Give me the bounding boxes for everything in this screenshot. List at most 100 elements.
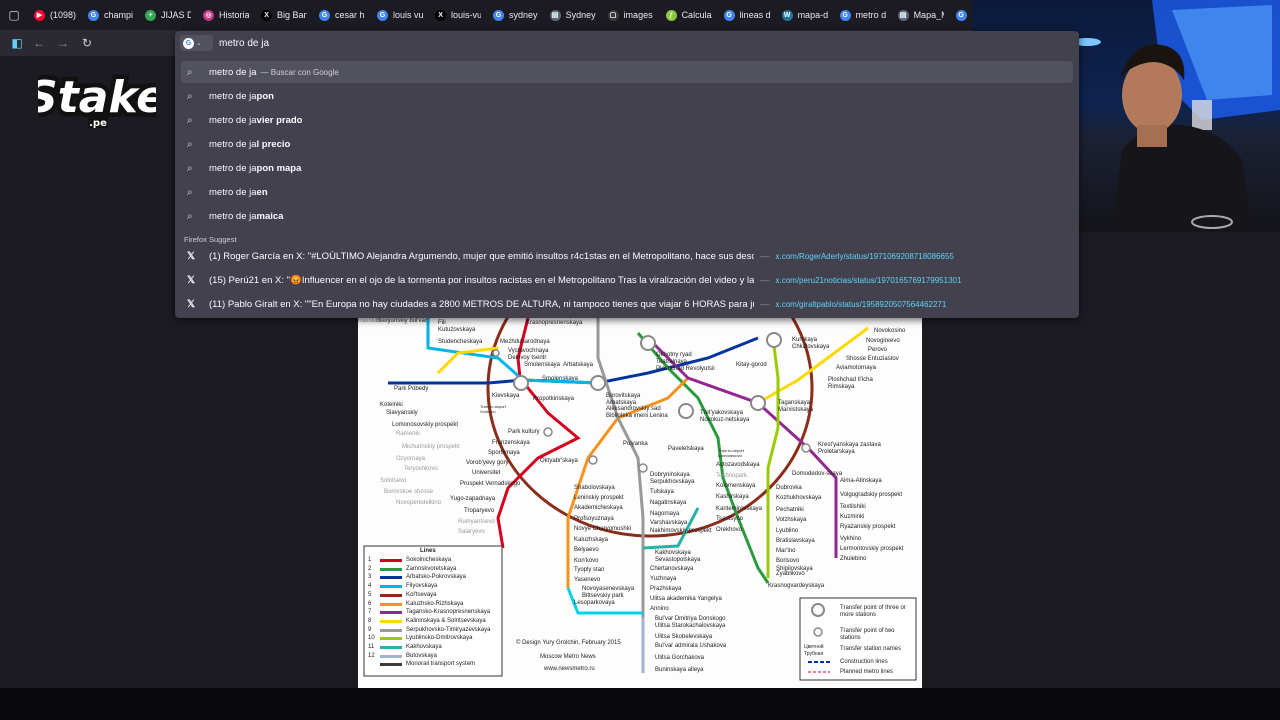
legend-line-name: Sokolnicheskaya: [406, 557, 452, 563]
browser-tab[interactable]: Gcesar hi: [313, 0, 371, 30]
browser-tab[interactable]: ▶ (1098): [28, 0, 82, 30]
airport-note-vnukovo: Train to airport Vnukovo: [480, 404, 506, 414]
legend-line-name: Lyublinsko-Dmitrovskaya: [406, 635, 473, 642]
browser-tab[interactable]: Xlouis-vu: [429, 0, 487, 30]
tab-title: Mapa_M: [913, 10, 944, 20]
station-label: Novoyasenevskaya: [582, 586, 635, 592]
key-transfer-two-icon: [813, 627, 823, 637]
tab-title: champi: [104, 10, 134, 20]
station-label: Chkalovskaya: [792, 344, 830, 350]
tab-title: (1098): [50, 10, 77, 20]
search-suggestion[interactable]: ⌕ metro de ja pon mapa: [181, 157, 1073, 179]
legend-line-swatch: [380, 646, 402, 649]
station-label: Ploshchad Il'icha: [828, 377, 873, 383]
browser-tab[interactable]: ◎ Historia: [197, 0, 255, 30]
browser-tab[interactable]: ▤ Sydney: [544, 0, 602, 30]
key-planned-label: Planned metro lines: [840, 669, 894, 675]
station-label: Lesoparkovaya: [574, 600, 615, 606]
search-icon: ⌕: [187, 210, 193, 222]
tab-title: louis vu: [393, 10, 424, 20]
station-label: Novoperedelkino: [396, 500, 442, 506]
forward-button[interactable]: →: [54, 34, 72, 52]
tab-title: mapa-d: [797, 10, 828, 20]
transfer-node: [492, 349, 500, 357]
browser-tab[interactable]: Glouis vu: [371, 0, 429, 30]
browser-tab[interactable]: X Big Ban: [255, 0, 313, 30]
transfer-node: [590, 375, 606, 391]
search-suggestion[interactable]: ⌕ metro de ja l precio: [181, 133, 1073, 155]
reload-button[interactable]: ↻: [78, 34, 96, 52]
station-label: Ramenki: [396, 431, 420, 437]
station-label: Kozhukhovskaya: [776, 495, 822, 501]
station-label: Park Pobedy: [394, 386, 429, 392]
station-label: Michurinskiy prospekt: [402, 444, 460, 450]
stake-logo-text: Stake: [38, 72, 156, 123]
legend-line-number: 10: [368, 635, 375, 642]
tab-title: lineas d: [739, 10, 770, 20]
search-suggestion[interactable]: ⌕ metro de ja — Buscar con Google: [181, 61, 1073, 83]
station-label: Ulitsa Skobelevskaya: [655, 634, 713, 640]
suggestion-typed: metro de ja: [209, 114, 257, 126]
legend-line-swatch: [380, 602, 402, 606]
address-bar[interactable]: G ⌄: [175, 31, 1079, 55]
transfer-node: [678, 403, 694, 419]
legend-line-number: 7: [368, 609, 372, 616]
station-label: Vorob'yevy gory: [466, 460, 509, 466]
search-suggestion[interactable]: ⌕ metro de ja maica: [181, 205, 1073, 227]
line-serpukhovsko: [596, 318, 645, 668]
station-label: Paveletskaya: [668, 446, 704, 452]
suggestion-typed: metro de ja: [209, 138, 257, 150]
browser-tab[interactable]: Gmetro d: [834, 0, 892, 30]
station-label: Nakhimovskiy prospekt: [650, 528, 712, 534]
tab-title: JIJAS DE: [161, 10, 192, 20]
legend-line-name: Kakhovskaya: [406, 644, 442, 650]
tab-title: metro d: [855, 10, 886, 20]
x-logo-icon: 𝕏: [187, 298, 196, 310]
browser-tab[interactable]: Gsydney: [487, 0, 544, 30]
search-engine-button[interactable]: G ⌄: [180, 35, 213, 51]
browser-tab[interactable]: ƒ Calculac: [660, 0, 718, 30]
map-credit-news: Moscow Metro News: [540, 654, 596, 660]
map-credit: © Design Yury Grolchin, February 2015: [516, 640, 621, 646]
browser-tab[interactable]: + JIJAS DE: [139, 0, 197, 30]
tab-favicon-icon: G: [319, 9, 331, 21]
station-label: Tsaritsyno: [716, 516, 744, 522]
station-label: Smolenskaya: [524, 362, 561, 368]
station-label: Bittsevskiy park: [582, 593, 624, 599]
station-label: Teatralnaya: [656, 359, 688, 365]
search-suggestion[interactable]: ⌕ metro de ja pon: [181, 85, 1073, 107]
station-label: Kitay-gorod: [736, 362, 767, 368]
x-logo-icon: 𝕏: [187, 274, 196, 286]
station-label: Novogireevo: [866, 338, 900, 344]
tab-list-button[interactable]: ▢: [0, 0, 28, 30]
browser-tab[interactable]: Wmapa-d: [776, 0, 834, 30]
key-sample-1: Цветной: [804, 644, 824, 650]
back-button[interactable]: ←: [30, 34, 48, 52]
station-label: Krest'yanskaya zastava: [818, 442, 881, 448]
browser-tab[interactable]: Glineas d: [718, 0, 776, 30]
transfer-node: [750, 395, 766, 411]
legend-line-number: 8: [368, 617, 372, 624]
suggestion-completion: pon: [256, 90, 274, 102]
station-label: Solntsevo: [380, 478, 407, 484]
sidebar-toggle-icon[interactable]: ◧: [8, 34, 26, 52]
history-result-x[interactable]: 𝕏 (11) Pablo Giralt en X: ""En Europa no …: [181, 293, 1073, 315]
tab-title: Calculac: [681, 10, 712, 20]
history-result-x[interactable]: 𝕏 (15) Perú21 en X: "😡Influencer en el oj…: [181, 269, 1073, 291]
browser-tab[interactable]: ▤ Mapa_M: [892, 0, 950, 30]
browser-tab[interactable]: ▢ images (Ima: [602, 0, 660, 30]
suggestion-completion: en: [256, 186, 268, 198]
transfer-node: [638, 463, 648, 473]
tab-favicon-icon: +: [145, 9, 157, 21]
search-icon: ⌕: [187, 114, 193, 126]
search-suggestion[interactable]: ⌕ metro de ja vier prado: [181, 109, 1073, 131]
station-label: Kashirskaya: [716, 494, 749, 500]
browser-tab[interactable]: Gchampi: [82, 0, 139, 30]
url-input[interactable]: [217, 36, 921, 50]
history-result-x[interactable]: 𝕏 (1) Roger García en X: "#LOÚLTIMO Aleja…: [181, 245, 1073, 267]
station-label: Delovoy tsentr: [508, 355, 547, 361]
station-label: Proletarskaya: [818, 449, 855, 455]
result-title: (15) Perú21 en X: "😡Influencer en el ojo…: [209, 274, 754, 286]
station-label: Arbatskaya: [563, 362, 594, 368]
search-suggestion[interactable]: ⌕ metro de ja en: [181, 181, 1073, 203]
